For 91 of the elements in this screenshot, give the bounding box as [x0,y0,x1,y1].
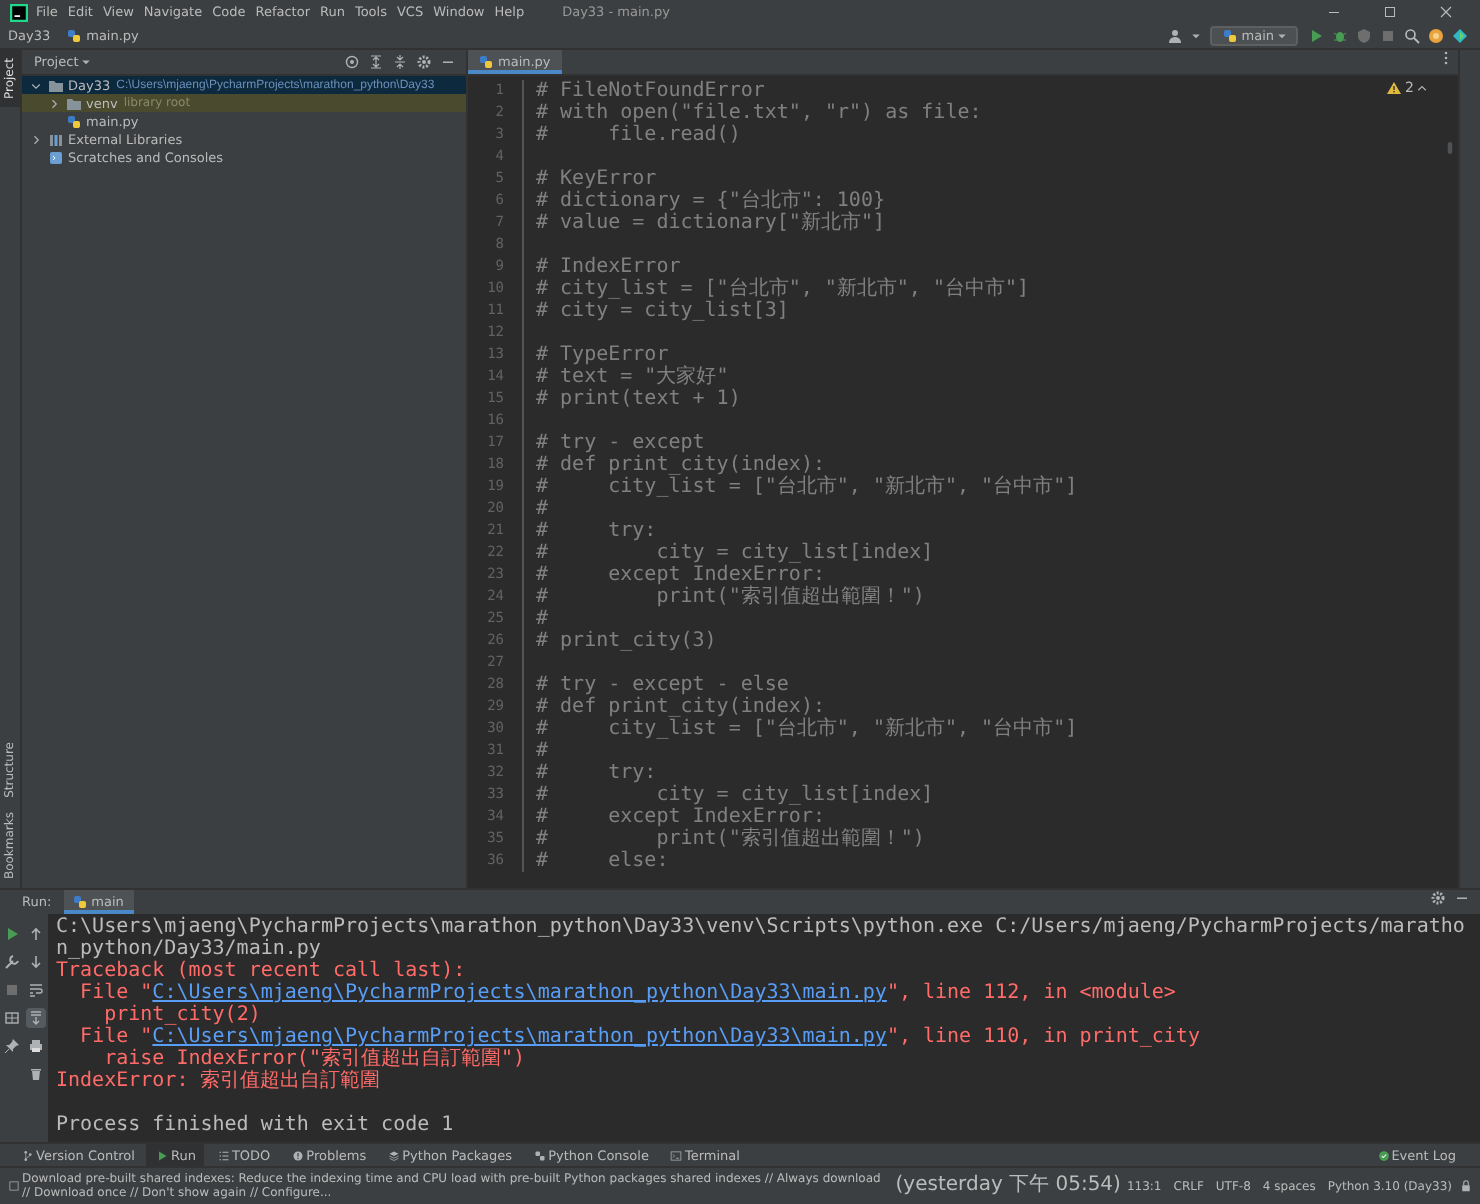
print-icon[interactable] [26,1036,46,1056]
code-line: # IndexError [534,256,681,278]
app-logo-icon [10,3,28,21]
code-line: # try - except - else [534,674,789,696]
bug-icon[interactable] [1332,28,1348,44]
code-line: # print("索引值超出範圍！") [534,828,925,850]
python-file-icon [478,54,494,70]
code-line: # def print_city(index): [534,454,825,476]
event-log-icon [1377,1149,1390,1161]
caret-icon [80,56,93,68]
arrow-up-icon[interactable] [26,924,46,944]
plugin-icon[interactable] [1452,28,1468,44]
library-icon [48,131,64,147]
code-line: # [534,608,549,630]
soft-wrap-icon[interactable] [26,980,46,1000]
code-line: # [534,740,549,762]
code-line: # except IndexError: [534,806,825,828]
terminal-icon [670,1149,683,1161]
python-file-icon [66,113,82,129]
code-line: # [534,498,549,520]
code-line: # city_list = ["台北市", "新北市", "台中市"] [534,476,1078,498]
locate-icon[interactable] [344,54,360,70]
run-icon[interactable] [1308,28,1324,44]
status-time: (yesterday 下午 05:54) [895,1176,1121,1196]
console-line: raise IndexError("索引值超出自訂範圍") [102,1048,528,1070]
user-icon[interactable] [1167,28,1184,44]
code-line: # else: [534,850,669,872]
python-file-icon [66,28,83,44]
code-line: # print(text + 1) [534,388,741,410]
console-line: Traceback (most recent call last): [56,960,468,982]
chevron-right-icon [48,97,60,109]
code-line: # dictionary = {"台北市": 100} [534,190,885,212]
code-line: # KeyError [534,168,657,190]
code-line: # city_list = ["台北市", "新北市", "台中市"] [534,718,1078,740]
status-toggle-icon[interactable] [8,1180,20,1192]
code-line: # file.read() [534,124,741,146]
python-file-icon [71,894,88,910]
caret-icon [1189,30,1202,42]
code-line: # print_city(3) [534,630,717,652]
chevron-down-icon [30,79,42,91]
scroll-to-end-icon[interactable] [26,1008,46,1028]
code-line: # city_list = ["台北市", "新北市", "台中市"] [534,278,1030,300]
list-icon [217,1149,230,1161]
code-line: # text = "大家好" [534,366,729,388]
code-line: # city = city_list[index] [534,542,934,564]
maximize-icon[interactable] [1382,4,1398,20]
code-line: # TypeError [534,344,669,366]
arrow-down-icon[interactable] [26,952,46,972]
code-line: # try: [534,520,657,542]
file-link[interactable]: C:\Users\mjaeng\PycharmProjects\marathon_python\Day33\main.py [152,982,887,1004]
scratches-icon [48,149,64,165]
wrench-icon[interactable] [2,952,22,972]
warning-icon [1385,80,1402,96]
collapse-all-icon[interactable] [392,54,408,70]
console-line: File "C:\Users\mjaeng\PycharmProjects\marathon_python\Day33\main.py", line 110, in print_city [78,1026,1202,1048]
problems-icon [292,1149,305,1161]
run-icon [156,1149,169,1161]
code-line: # city = city_list[3] [534,300,789,322]
console-line: C:\Users\mjaeng\PycharmProjects\marathon_python\Day33\venv\Scripts\python.exe C:/Users/mjaeng/PycharmProjects/marathon_python/Day33/main.py [56,916,1467,960]
code-line: # except IndexError: [534,564,825,586]
console-line: Process finished with exit code 1 [56,1114,456,1136]
lock-icon[interactable] [1460,1180,1472,1192]
console-line: File "C:\Users\mjaeng\PycharmProjects\marathon_python\Day33\main.py", line 112, in <module> [78,982,1178,1004]
code-line: # city = city_list[index] [534,784,934,806]
python-file-icon [1221,28,1238,44]
chevron-right-icon [30,133,42,145]
update-icon[interactable] [1428,28,1444,44]
layout-icon[interactable] [2,1008,22,1028]
expand-all-icon[interactable] [368,54,384,70]
chevron-up-icon[interactable] [1416,82,1428,94]
caret-icon [1276,30,1288,42]
console-line: IndexError: 索引值超出自訂範圍 [56,1070,383,1092]
layers-icon [388,1149,401,1161]
console-line: print_city(2) [102,1004,263,1026]
code-line: # def print_city(index): [534,696,825,718]
code-line: # print("索引值超出範圍！") [534,586,925,608]
code-line: # try - except [534,432,705,454]
settings-icon[interactable] [1430,890,1446,906]
trash-icon[interactable] [26,1064,46,1084]
close-icon[interactable] [1438,4,1454,20]
file-link[interactable]: C:\Users\mjaeng\PycharmProjects\marathon_python\Day33\main.py [152,1026,887,1048]
python-console-icon [534,1149,547,1161]
pin-icon[interactable] [2,1036,22,1056]
code-line: # value = dictionary["新北市"] [534,212,885,234]
search-icon[interactable] [1404,28,1420,44]
code-line: # with open("file.txt", "r") as file: [534,102,982,124]
branch-icon [22,1149,34,1161]
code-line: # try: [534,762,657,784]
settings-icon[interactable] [416,54,432,70]
run-icon[interactable] [2,924,22,944]
code-line: # FileNotFoundError [534,80,765,102]
